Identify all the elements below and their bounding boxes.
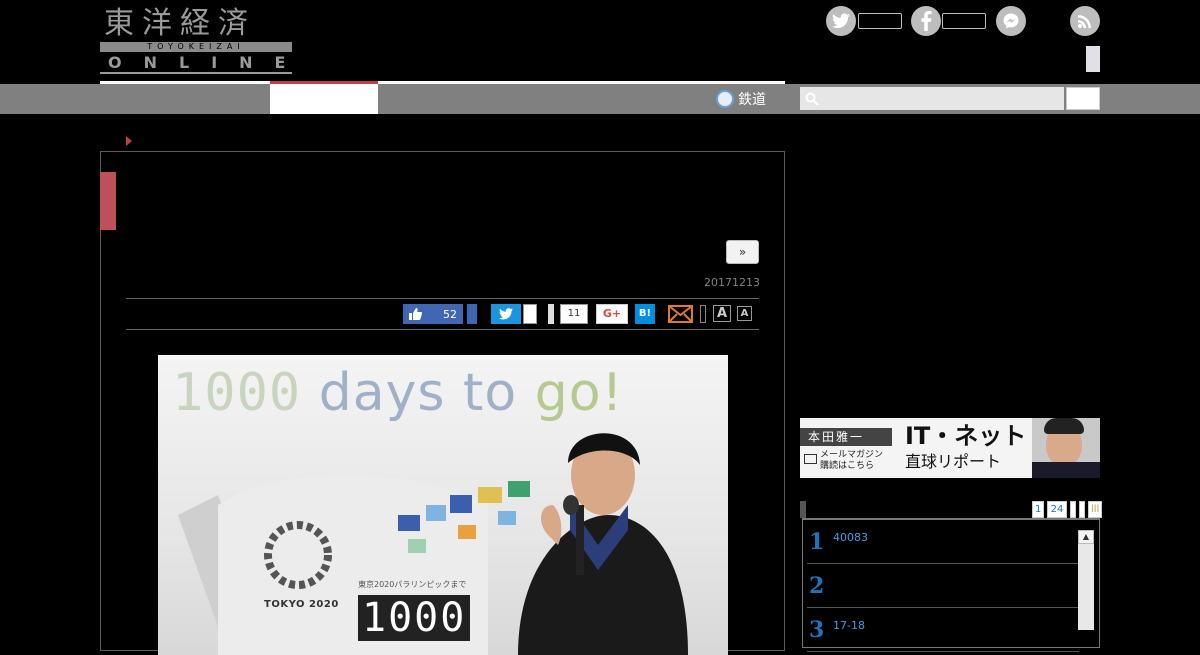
ranking-tab-1[interactable]: 1 <box>1032 501 1044 518</box>
ranking-title[interactable]: 17-18 <box>833 619 865 632</box>
mail-icon[interactable] <box>668 305 693 323</box>
ranking-tabs: 1 24 lll <box>1032 501 1102 518</box>
ranking-list: 1 40083 2 3 17-18 <box>802 518 1100 652</box>
share-count: 11 <box>560 304 588 324</box>
messenger-icon[interactable] <box>996 6 1026 36</box>
hatena-bookmark-button[interactable]: B! <box>635 304 655 324</box>
ranking-item[interactable]: 3 17-18 <box>807 610 1079 652</box>
nav-tab-active[interactable] <box>270 84 378 114</box>
author-portrait <box>1032 418 1100 478</box>
print-button[interactable] <box>700 305 706 323</box>
logo-online: ONLINE <box>108 53 308 72</box>
ranking-number: 3 <box>809 617 825 643</box>
font-size-large-button[interactable]: A <box>713 305 731 322</box>
article-photo: 1000 days to go! 東京2020パラリンピックまで 1000 TO… <box>158 355 728 655</box>
scroll-up-arrow-icon[interactable]: ▲ <box>1078 530 1094 544</box>
banner-subtitle: 直球リポート <box>905 452 1002 471</box>
logo-romaji: TOYOKEIZAI <box>100 42 292 52</box>
tweet-count <box>523 304 537 324</box>
font-size-small-button[interactable]: A <box>737 306 752 321</box>
ranking-header-mark <box>800 501 806 518</box>
facebook-share-button[interactable] <box>467 304 477 324</box>
facebook-like-button[interactable]: 52 <box>403 304 463 324</box>
twitter-follow-count[interactable] <box>858 13 902 29</box>
share-count-group[interactable]: 11 <box>548 304 588 324</box>
search-icon <box>805 92 819 106</box>
train-icon <box>716 90 734 108</box>
search-input[interactable] <box>800 87 1064 110</box>
ranking-title[interactable]: 40083 <box>833 531 868 544</box>
banner-mail-line2: 購読はこちら <box>820 461 875 471</box>
tokyo-2020-caption: TOKYO 2020 <box>264 599 339 610</box>
facebook-icon[interactable] <box>911 6 941 36</box>
speaker-figure <box>518 433 688 655</box>
ranking-number: 1 <box>809 529 825 555</box>
facebook-like-count-text: 52 <box>443 307 457 321</box>
thumbs-up-icon <box>409 308 422 320</box>
login-button[interactable] <box>1086 46 1100 72</box>
article-date: 20171213 <box>704 276 760 289</box>
ranking-tab-3[interactable] <box>1070 501 1076 518</box>
banner-title: IT・ネット <box>905 422 1027 450</box>
ranking-number: 2 <box>809 573 825 599</box>
article-category-flag <box>100 172 116 230</box>
share-count-tab <box>548 304 554 324</box>
next-page-button[interactable]: » <box>726 240 759 264</box>
logo-kanji: 東洋経済 <box>104 6 256 41</box>
breadcrumb-arrow-icon <box>126 136 132 146</box>
search-button[interactable] <box>1066 87 1100 110</box>
ranking-item[interactable]: 2 <box>807 566 1079 608</box>
ranking-tab-24[interactable]: 24 <box>1047 501 1067 518</box>
share-bar-top-divider <box>126 298 759 299</box>
ranking-tab-4[interactable] <box>1079 501 1085 518</box>
site-logo[interactable]: 東洋経済 TOYOKEIZAI ONLINE <box>100 6 292 74</box>
banner-author: 本田雅一 <box>800 428 892 446</box>
twitter-bird-icon <box>499 308 513 320</box>
ranking-scrollbar[interactable] <box>1078 530 1094 630</box>
logo-underline <box>100 72 292 74</box>
share-bar-bottom-divider <box>126 329 759 330</box>
tweet-button[interactable] <box>491 304 521 324</box>
nav-item-tetsudo-label: 鉄道 <box>738 92 766 108</box>
counter-caption: 東京2020パラリンピックまで <box>358 580 467 589</box>
rss-icon[interactable] <box>1070 6 1100 36</box>
twitter-icon[interactable] <box>826 6 856 36</box>
banner-mail-icon <box>804 454 817 464</box>
mail-magazine-banner[interactable]: 本田雅一 メールマガジン 購読はこちら IT・ネット 直球リポート <box>800 418 1100 478</box>
counter-digits: 1000 <box>358 595 471 641</box>
nav-item-tetsudo[interactable]: 鉄道 <box>716 88 766 110</box>
ranking-item[interactable]: 1 40083 <box>807 522 1079 564</box>
ranking-tab-5[interactable]: lll <box>1088 501 1102 518</box>
facebook-like-count[interactable] <box>942 13 986 29</box>
google-plus-button[interactable]: G+ <box>596 304 628 324</box>
banner-mail-line1: メールマガジン <box>820 450 884 460</box>
